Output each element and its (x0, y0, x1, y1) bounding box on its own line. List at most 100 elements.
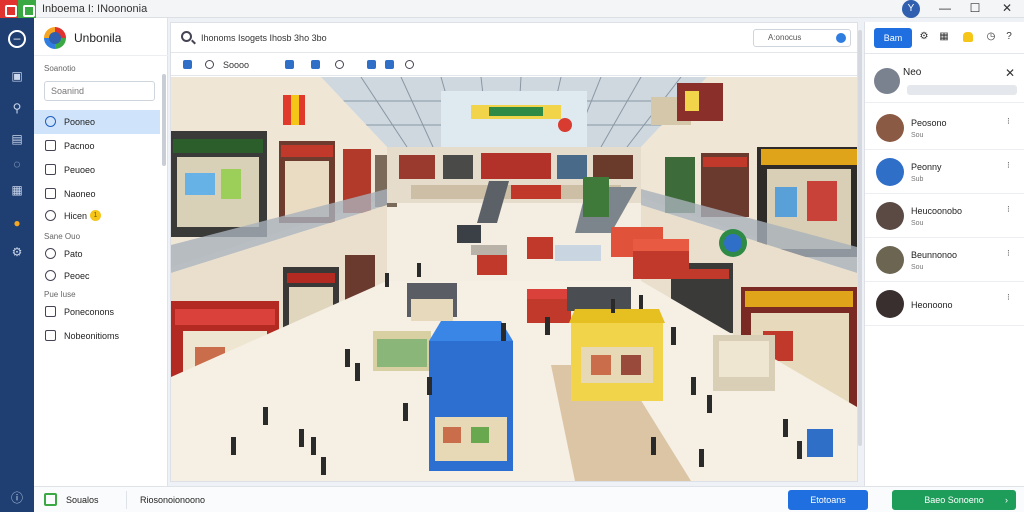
contact-avatar (876, 114, 904, 142)
folder-icon (45, 188, 56, 199)
settings-icon[interactable]: ⚙ (919, 32, 929, 42)
contact-avatar (876, 202, 904, 230)
contact-more-icon[interactable]: ⁝ (1007, 204, 1010, 215)
main-scrollbar[interactable] (858, 30, 862, 446)
bell-icon[interactable] (963, 32, 973, 42)
sidebar-item-pacnoo[interactable]: Pacnoo (34, 134, 160, 158)
account-search-box[interactable]: A:onocus (753, 29, 851, 47)
search-icon[interactable]: ⚲ (9, 100, 25, 116)
contact-more-icon[interactable]: ⁝ (1007, 160, 1010, 171)
link-icon[interactable] (311, 60, 320, 69)
contact-avatar (876, 246, 904, 274)
confirm-button[interactable]: Baeo Sonoeno › (892, 490, 1016, 510)
status-text: Riosonoionoono (140, 495, 206, 505)
sidebar-item-peuoeo[interactable]: Peuoeo (34, 158, 160, 182)
table-icon[interactable] (367, 60, 376, 69)
org-name: Unbonila (74, 31, 122, 45)
contact-item[interactable]: Beunnonoo Sou ⁝ (865, 238, 1024, 282)
contact-more-icon[interactable]: ⁝ (1007, 116, 1010, 127)
active-chat-header: Neo ✕ (865, 55, 1024, 103)
help-icon[interactable]: ? (1004, 32, 1014, 42)
status-icon (44, 493, 57, 506)
sidebar-item-peoec[interactable]: Peoec (34, 264, 160, 288)
alert-icon[interactable]: ● (9, 215, 25, 231)
minimize-button[interactable]: — (930, 0, 960, 18)
message-input[interactable] (907, 85, 1017, 95)
active-chat-avatar[interactable] (874, 68, 900, 94)
window-title-bar: Inboema I: INoononia Y — ☐ ✕ (0, 0, 1024, 18)
contact-name: Peonny (911, 162, 942, 172)
sidebar-item-poneconons[interactable]: Poneconons (34, 300, 160, 324)
sidebar-item-nobeonitioms[interactable]: Nobeonitioms (34, 324, 160, 348)
maximize-button[interactable]: ☐ (960, 0, 990, 18)
sidebar: Unbonila Soanotio Soanind Pooneo Pacnoo … (34, 18, 168, 486)
inbox-icon[interactable]: ▤ (9, 131, 25, 147)
sidebar-item-pooneo[interactable]: Pooneo (34, 110, 160, 134)
apps-grid-icon[interactable]: ▦ (939, 32, 949, 42)
org-avatar[interactable] (44, 27, 66, 49)
contact-subtitle: Sou (911, 132, 924, 139)
primary-action-button[interactable]: Bam (874, 28, 912, 48)
sidebar-item-label: Pacnoo (64, 141, 95, 151)
sidebar-scrollbar[interactable] (162, 74, 166, 166)
sidebar-item-label: Poneconons (64, 307, 115, 317)
image-icon[interactable] (183, 60, 192, 69)
sidebar-section-three: Pue Iuse (44, 290, 76, 299)
confirm-button-label: Baeo Sonoeno (924, 495, 984, 505)
history-icon[interactable]: ◷ (986, 32, 996, 42)
settings-icon[interactable] (205, 60, 214, 69)
contact-item[interactable]: Peonny Sub ⁝ (865, 150, 1024, 194)
contact-avatar (876, 158, 904, 186)
file-icon[interactable] (285, 60, 294, 69)
mall-interior-photo (171, 77, 857, 481)
grid-icon[interactable] (385, 60, 394, 69)
search-icon[interactable] (181, 31, 192, 42)
sidebar-section-search: Soanotio (44, 64, 76, 73)
close-chat-button[interactable]: ✕ (1005, 66, 1015, 80)
sidebar-section-two: Sane Ouo (44, 232, 81, 241)
list-icon (45, 164, 56, 175)
app-logo-icon (0, 0, 18, 18)
search-query[interactable]: Ihonoms Isogets Ihosb 3ho 3bo (201, 33, 327, 43)
logo-icon[interactable]: – (8, 30, 26, 48)
toolbar-label: Soooo (223, 60, 250, 70)
contact-item[interactable]: Peosono Sou ⁝ (865, 106, 1024, 150)
settings-icon[interactable]: ⚙ (9, 244, 25, 260)
contact-more-icon[interactable]: ⁝ (1007, 248, 1010, 259)
sidebar-item-label: Nobeonitioms (64, 331, 120, 341)
sidebar-item-naoneo[interactable]: Naoneo (34, 182, 160, 206)
window-title: Inboema I: INoononia (42, 3, 148, 15)
contact-subtitle: Sub (911, 176, 924, 183)
bottom-left-label[interactable]: Soualos (66, 495, 99, 505)
contact-subtitle: Sou (911, 264, 924, 271)
chat-panel: Bam ⚙ ▦ ◷ ? Neo ✕ Peosono Sou ⁝ Peonny S… (864, 22, 1024, 488)
sidebar-item-label: Naoneo (64, 189, 96, 199)
help-icon[interactable]: ⓘ (9, 490, 25, 506)
sidebar-item-pato[interactable]: Pato (34, 242, 160, 266)
calendar-icon[interactable]: ▦ (9, 182, 25, 198)
square-icon (45, 330, 56, 341)
home-icon[interactable]: ▣ (9, 68, 25, 84)
document-icon (45, 140, 56, 151)
globe-icon[interactable] (405, 60, 414, 69)
contact-item[interactable]: Heonoono ⁝ (865, 282, 1024, 326)
divider (126, 491, 127, 509)
clock-icon (45, 116, 56, 127)
contact-item[interactable]: Heucoonobo Sou ⁝ (865, 194, 1024, 238)
globe-icon (45, 248, 56, 259)
close-window-button[interactable]: ✕ (992, 0, 1022, 18)
app-secondary-logo-icon (18, 0, 36, 18)
mall-photo-illustration (171, 77, 857, 481)
bottom-bar: Soualos Riosonoionoono Etotoans Baeo Son… (34, 486, 1024, 512)
sidebar-item-label: Peoec (64, 271, 90, 281)
globe-icon (45, 270, 56, 281)
sidebar-search-input[interactable]: Soanind (44, 81, 155, 101)
secondary-action-button[interactable]: Etotoans (788, 490, 868, 510)
sidebar-item-label: Pato (64, 249, 83, 259)
contact-more-icon[interactable]: ⁝ (1007, 292, 1010, 303)
chat-icon[interactable] (335, 60, 344, 69)
chat-icon[interactable]: ◌ (9, 156, 25, 172)
main-toolbar: Soooo (171, 54, 857, 76)
user-avatar[interactable]: Y (902, 0, 920, 18)
sidebar-item-hicen[interactable]: Hicen 1 (34, 204, 160, 228)
